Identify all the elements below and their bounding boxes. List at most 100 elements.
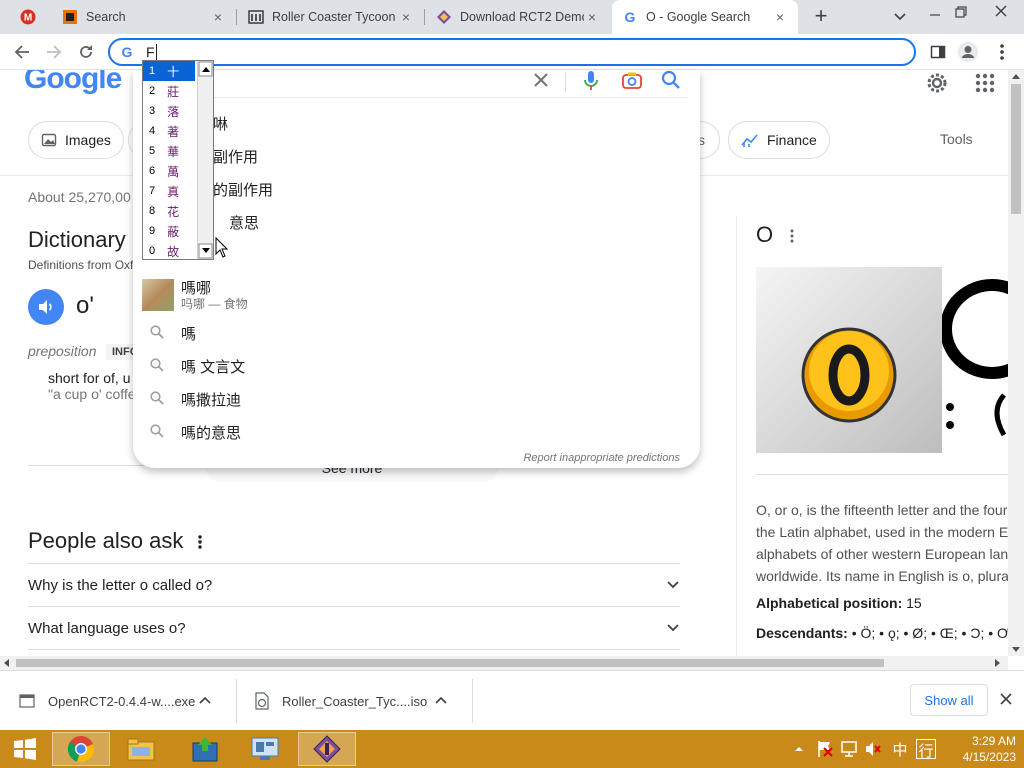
report-predictions-link[interactable]: Report inappropriate predictions bbox=[523, 452, 680, 464]
side-panel-icon[interactable] bbox=[926, 40, 950, 64]
suggestion-item[interactable]: 嗎的意思 bbox=[133, 416, 700, 449]
google-g-icon: G bbox=[622, 9, 638, 25]
tab-title: Download RCT2 Demo bbox=[460, 10, 584, 24]
voice-search-mic-icon[interactable] bbox=[583, 70, 599, 92]
horizontal-scrollbar[interactable] bbox=[0, 656, 1008, 670]
downloads-bar: OpenRCT2-0.4.4-w....exe Roller_Coaster_T… bbox=[0, 670, 1024, 730]
download-item[interactable]: OpenRCT2-0.4.4-w....exe bbox=[18, 671, 236, 731]
suggestion-item[interactable]: 嗎撒拉迪 bbox=[133, 383, 700, 416]
tools-button[interactable]: Tools bbox=[940, 131, 973, 147]
image-icon bbox=[41, 133, 57, 147]
taskbar-chrome[interactable] bbox=[52, 732, 110, 766]
browser-menu-icon[interactable] bbox=[990, 40, 1014, 64]
suggestion-item[interactable]: 意思 bbox=[133, 206, 700, 239]
svg-text:G: G bbox=[625, 9, 636, 25]
google-apps-icon[interactable] bbox=[974, 72, 996, 94]
close-tab-icon[interactable]: × bbox=[210, 9, 226, 25]
tab-title: O - Google Search bbox=[646, 10, 751, 24]
svg-text:G: G bbox=[122, 44, 133, 60]
ime-scrollbar[interactable] bbox=[197, 61, 213, 259]
svg-text:M: M bbox=[24, 13, 32, 24]
address-input[interactable]: F bbox=[146, 44, 155, 60]
taskbar-openrct2[interactable] bbox=[298, 732, 356, 766]
suggestion-item[interactable]: 嗎 文言文 bbox=[133, 350, 700, 383]
suggestion-item[interactable]: 的副作用 bbox=[133, 173, 700, 206]
ime-candidate-number: 2 bbox=[149, 85, 156, 97]
close-tab-icon[interactable]: × bbox=[398, 9, 414, 25]
search-icon bbox=[133, 424, 181, 441]
search-by-image-camera-icon[interactable] bbox=[621, 71, 643, 91]
close-tab-icon[interactable]: × bbox=[772, 9, 788, 25]
paa-question-text: What language uses o? bbox=[28, 619, 186, 637]
taskbar-control-panel[interactable] bbox=[236, 732, 294, 766]
dictionary-source[interactable]: Definitions from Oxf bbox=[28, 258, 133, 272]
knowledge-description: O, or o, is the fifteenth letter and the… bbox=[756, 499, 1008, 587]
more-options-icon[interactable] bbox=[786, 226, 798, 246]
suggestion-item[interactable]: 嗎 bbox=[133, 317, 700, 350]
tab-download-rct2-demo[interactable]: Download RCT2 Demo × bbox=[426, 0, 610, 34]
volume-muted-icon[interactable] bbox=[864, 740, 882, 758]
ime-language-indicator[interactable]: 中 bbox=[890, 739, 910, 759]
search-divider bbox=[565, 72, 566, 92]
tab-title: Search bbox=[86, 10, 126, 24]
people-also-ask-heading: People also ask bbox=[28, 528, 184, 553]
show-all-downloads-button[interactable]: Show all bbox=[910, 684, 988, 716]
more-options-icon[interactable] bbox=[194, 532, 206, 552]
ime-candidate-char: 莊 bbox=[167, 84, 180, 99]
clock-date: 4/15/2023 bbox=[962, 750, 1016, 764]
ime-candidate-number: 4 bbox=[149, 125, 156, 137]
clear-search-icon[interactable] bbox=[529, 70, 553, 92]
suggestion-item[interactable]: 副作用 bbox=[133, 140, 700, 173]
google-logo[interactable]: Google bbox=[24, 70, 122, 96]
search-site-icon bbox=[62, 9, 78, 25]
download-item[interactable]: Roller_Coaster_Tyc....iso bbox=[254, 671, 472, 731]
back-button[interactable] bbox=[10, 40, 34, 64]
filter-chip-finance[interactable]: Finance bbox=[728, 121, 830, 159]
settings-gear-icon[interactable] bbox=[924, 70, 950, 96]
forward-button[interactable] bbox=[42, 40, 66, 64]
filter-chip-images[interactable]: Images bbox=[28, 121, 124, 159]
letter-o-glyph-image[interactable] bbox=[942, 267, 1008, 453]
tab-search-chevron-icon[interactable] bbox=[888, 6, 912, 28]
suggestion-text: 嗎撒拉迪 bbox=[181, 392, 242, 409]
pronounce-speaker-button[interactable] bbox=[28, 289, 64, 325]
tab-roller-coaster-tycoon[interactable]: Roller Coaster Tycoon ( × bbox=[238, 0, 424, 34]
profile-avatar-icon[interactable] bbox=[956, 40, 980, 64]
tab-gmail[interactable]: M bbox=[10, 0, 52, 34]
address-bar[interactable]: G F bbox=[108, 38, 916, 66]
chevron-up-icon[interactable] bbox=[434, 694, 448, 708]
show-hidden-icons-chevron-icon[interactable] bbox=[792, 742, 806, 756]
knowledge-panel-title: O bbox=[756, 222, 774, 247]
chevron-down-icon bbox=[667, 581, 679, 589]
reload-button[interactable] bbox=[74, 40, 98, 64]
ime-candidate-char: 著 bbox=[167, 124, 180, 139]
fact-value[interactable]: • Ö; • ǫ; • Ø; • Œ; • Ɔ; • Ơ; • ( bbox=[852, 625, 1008, 641]
paa-question-text: Why is the letter o called o? bbox=[28, 576, 213, 594]
new-tab-button[interactable]: + bbox=[808, 5, 834, 29]
ime-candidate[interactable]: 1十 bbox=[143, 61, 195, 81]
action-center-flag-icon[interactable] bbox=[816, 740, 834, 758]
paa-question[interactable]: What language uses o? bbox=[28, 606, 680, 649]
taskbar-installer[interactable] bbox=[176, 732, 234, 766]
search-icon[interactable] bbox=[661, 70, 681, 90]
close-tab-icon[interactable]: × bbox=[584, 9, 600, 25]
chevron-up-icon[interactable] bbox=[198, 694, 212, 708]
tab-google-search[interactable]: G O - Google Search × bbox=[612, 0, 798, 34]
tab-divider bbox=[424, 9, 425, 25]
network-icon[interactable] bbox=[840, 740, 858, 758]
suggestion-item[interactable]: 啉 bbox=[133, 107, 700, 140]
suggestions-divider bbox=[143, 97, 688, 98]
paa-question[interactable]: Why is the letter o called o? bbox=[28, 563, 680, 606]
start-button[interactable] bbox=[0, 732, 50, 766]
ime-mode-indicator[interactable]: 行 bbox=[916, 739, 936, 760]
window-controls bbox=[920, 0, 1024, 30]
download-divider bbox=[472, 679, 473, 723]
search-icon bbox=[133, 391, 181, 408]
taskbar-file-explorer[interactable] bbox=[112, 732, 170, 766]
vertical-scrollbar[interactable] bbox=[1008, 70, 1024, 656]
tab-search[interactable]: Search × bbox=[52, 0, 236, 34]
system-clock[interactable]: 3:29 AM 4/15/2023 bbox=[946, 733, 1016, 765]
exe-file-icon bbox=[19, 694, 35, 708]
close-downloads-icon[interactable] bbox=[998, 691, 1014, 707]
letter-o-image[interactable] bbox=[756, 267, 942, 453]
